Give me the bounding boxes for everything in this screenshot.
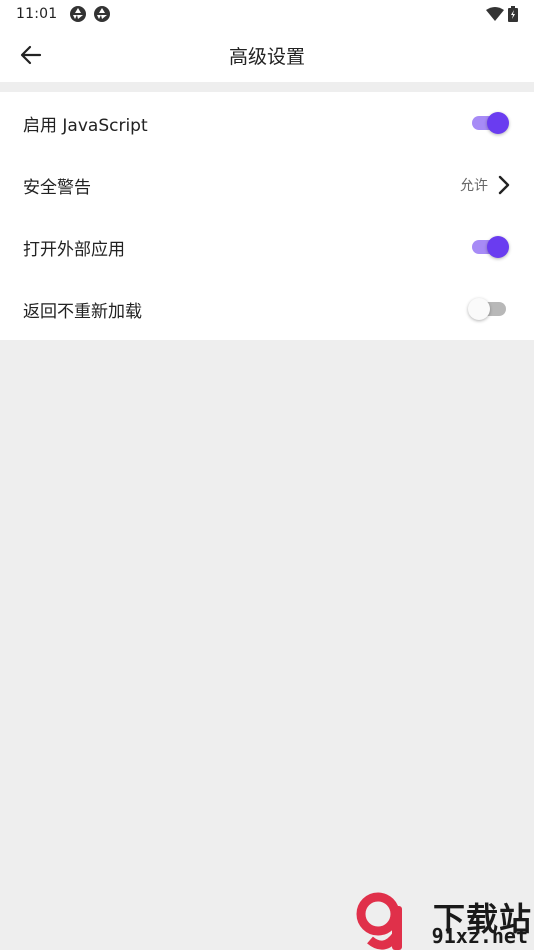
notification-icons (69, 5, 111, 23)
back-button[interactable] (8, 32, 54, 78)
setting-control (470, 111, 510, 135)
app-bar: 高级设置 (0, 28, 534, 82)
setting-control (468, 297, 510, 321)
system-icons (486, 6, 518, 22)
toggle-thumb (468, 298, 490, 320)
brand-logo-icon (356, 892, 402, 950)
aperture-icon (94, 6, 111, 22)
external-apps-toggle[interactable] (470, 235, 510, 259)
setting-label: 打开外部应用 (23, 239, 125, 260)
chevron-right-icon (498, 175, 510, 195)
setting-row-open-external-apps[interactable]: 打开外部应用 (0, 216, 534, 278)
toggle-thumb (487, 236, 509, 258)
setting-row-security-warning[interactable]: 安全警告 允许 (0, 154, 534, 216)
arrow-left-icon (20, 45, 42, 65)
toggle-thumb (487, 112, 509, 134)
setting-row-enable-javascript[interactable]: 启用 JavaScript (0, 92, 534, 154)
watermark-logo: 下载站 91xz.net (356, 890, 534, 950)
setting-label: 安全警告 (23, 177, 91, 198)
wifi-icon (486, 7, 504, 21)
aperture-icon (70, 6, 87, 22)
settings-list: 启用 JavaScript 安全警告 允许 打开外部应用 返回不重新加载 (0, 92, 534, 340)
setting-label: 启用 JavaScript (23, 115, 148, 136)
section-divider (0, 82, 534, 92)
screen: 11:01 高级设置 启用 JavaScript 安全警告 允许 打开外部应用 … (0, 0, 534, 950)
status-time: 11:01 (16, 6, 58, 22)
setting-row-no-reload-on-back[interactable]: 返回不重新加载 (0, 278, 534, 340)
setting-value: 允许 (460, 178, 488, 194)
page-title: 高级设置 (228, 45, 305, 68)
javascript-toggle[interactable] (470, 111, 510, 135)
status-bar: 11:01 (0, 0, 534, 28)
battery-icon (508, 6, 518, 22)
no-reload-toggle[interactable] (468, 297, 510, 321)
setting-label: 返回不重新加载 (23, 301, 142, 322)
watermark-url: 91xz.net (431, 924, 528, 948)
setting-control: 允许 (460, 175, 510, 195)
setting-control (470, 235, 510, 259)
